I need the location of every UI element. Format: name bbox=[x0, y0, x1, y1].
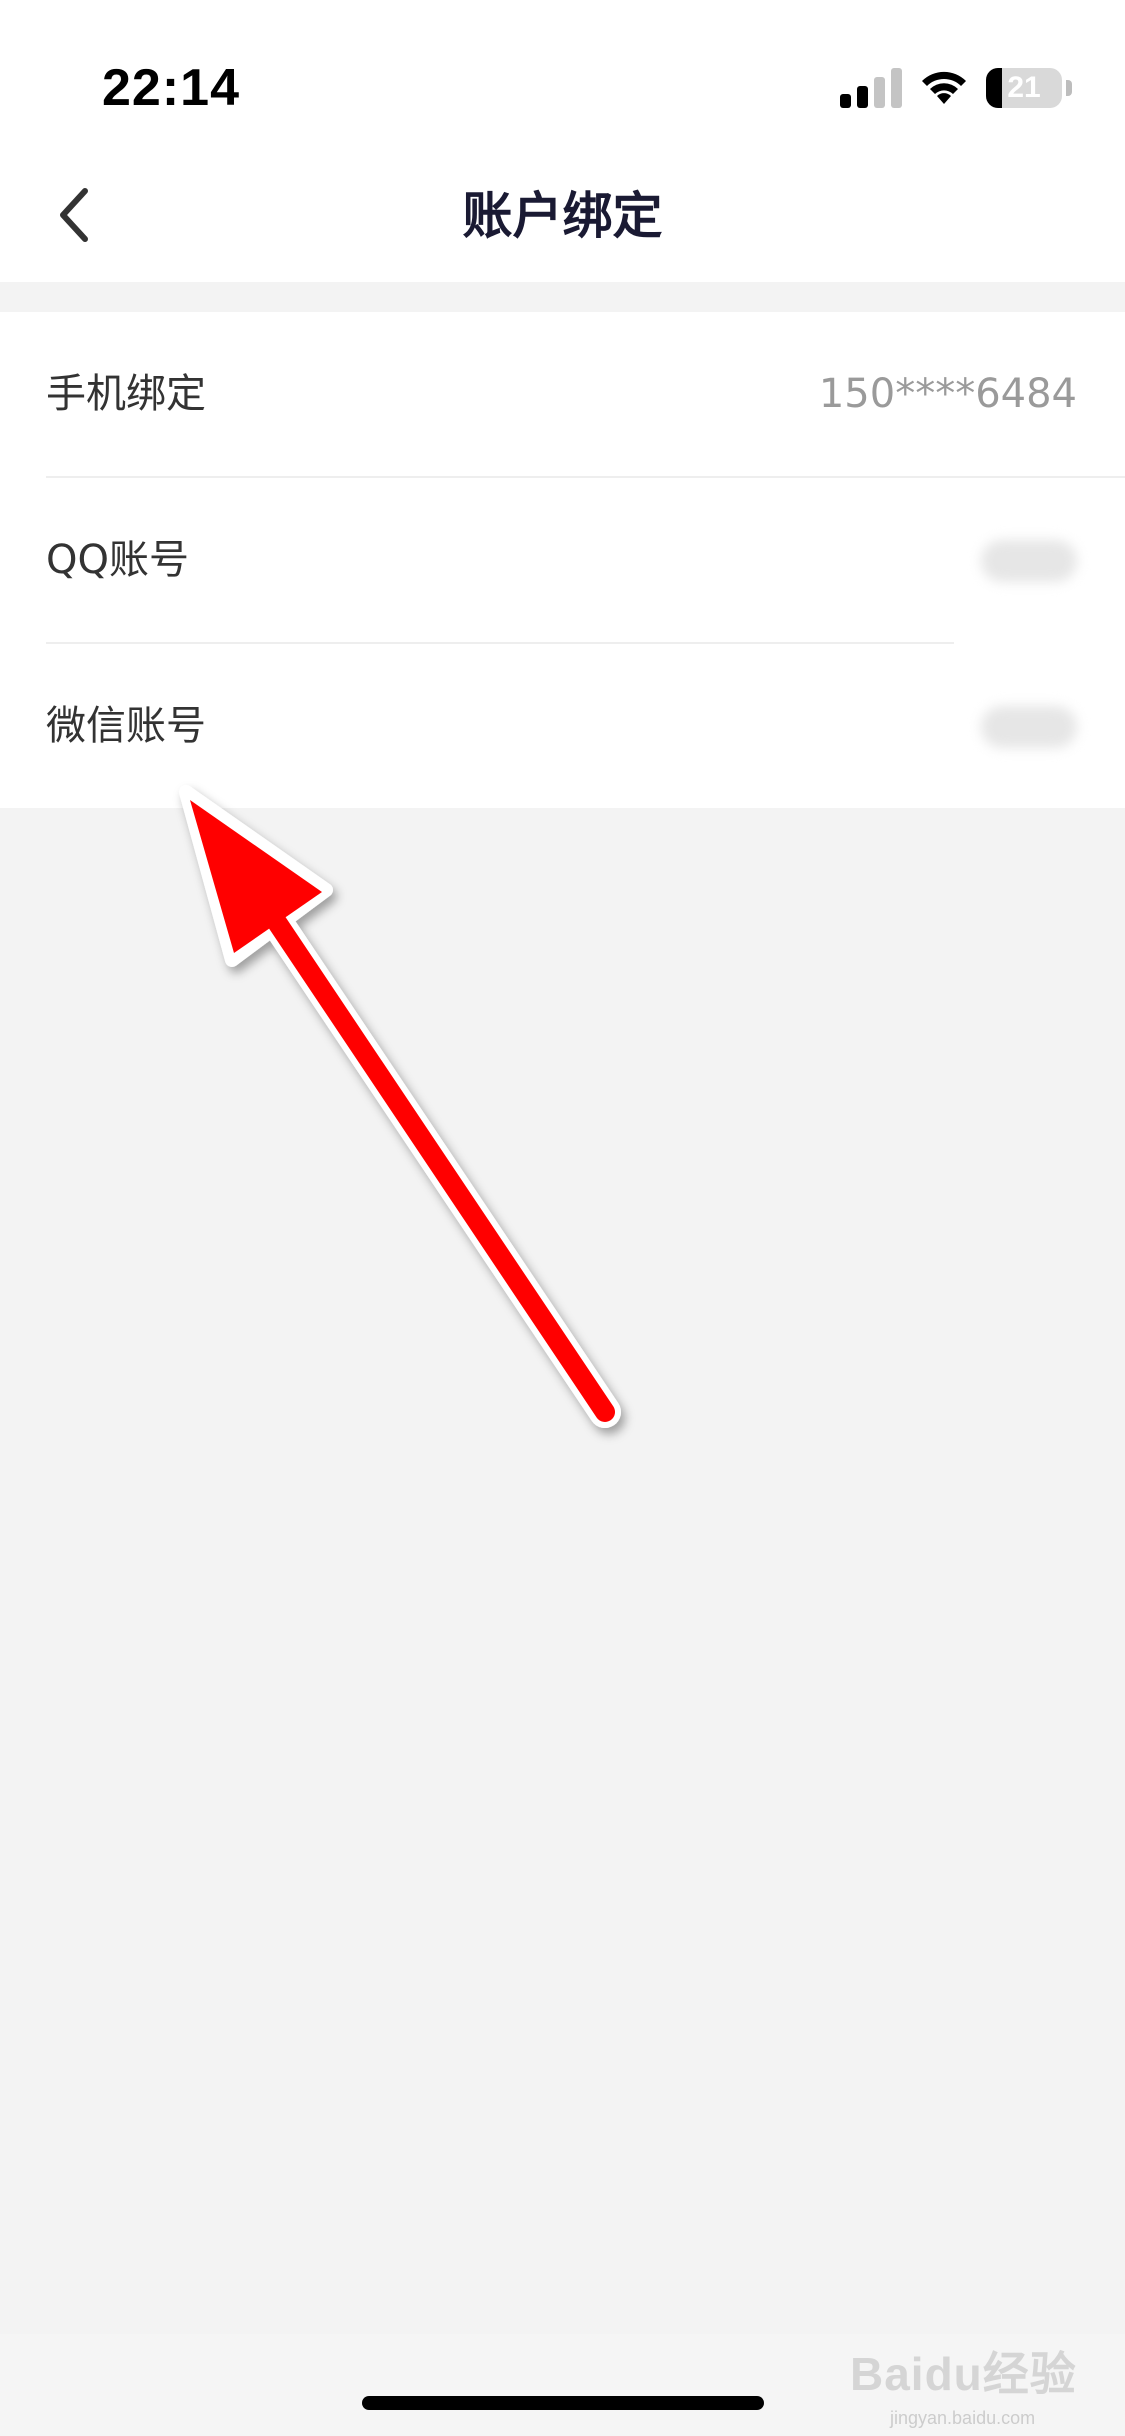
battery-icon: 21 bbox=[986, 68, 1062, 108]
screen: 22:14 21 账户绑定 手机绑定 150****6484 QQ账号 微信账号… bbox=[0, 0, 1125, 2436]
status-time: 22:14 bbox=[102, 59, 240, 117]
account-binding-list: 手机绑定 150****6484 QQ账号 微信账号 bbox=[0, 312, 1125, 808]
battery-level-text: 21 bbox=[1007, 71, 1041, 104]
wifi-icon bbox=[922, 71, 966, 104]
battery-cap bbox=[1066, 80, 1072, 96]
list-item-qq-account[interactable]: QQ账号 bbox=[0, 478, 1125, 643]
row-label: 微信账号 bbox=[46, 703, 206, 749]
page-title: 账户绑定 bbox=[462, 187, 663, 245]
row-label: QQ账号 bbox=[46, 537, 189, 583]
list-item-wechat-account[interactable]: 微信账号 bbox=[0, 644, 1125, 809]
row-label: 手机绑定 bbox=[46, 371, 206, 417]
row-value-wechat-blurred bbox=[981, 706, 1077, 748]
list-item-phone-binding[interactable]: 手机绑定 150****6484 bbox=[0, 312, 1125, 477]
nav-bar: 账户绑定 bbox=[0, 150, 1125, 282]
status-bar: 22:14 21 bbox=[0, 0, 1125, 150]
watermark-logo: Baidu经验 bbox=[850, 2348, 1077, 2400]
row-value-phone: 150****6484 bbox=[818, 371, 1077, 417]
watermark-url: jingyan.baidu.com bbox=[890, 2408, 1036, 2428]
row-value-qq-blurred bbox=[981, 540, 1077, 582]
cellular-signal-icon bbox=[840, 68, 902, 108]
home-indicator[interactable] bbox=[362, 2396, 764, 2410]
